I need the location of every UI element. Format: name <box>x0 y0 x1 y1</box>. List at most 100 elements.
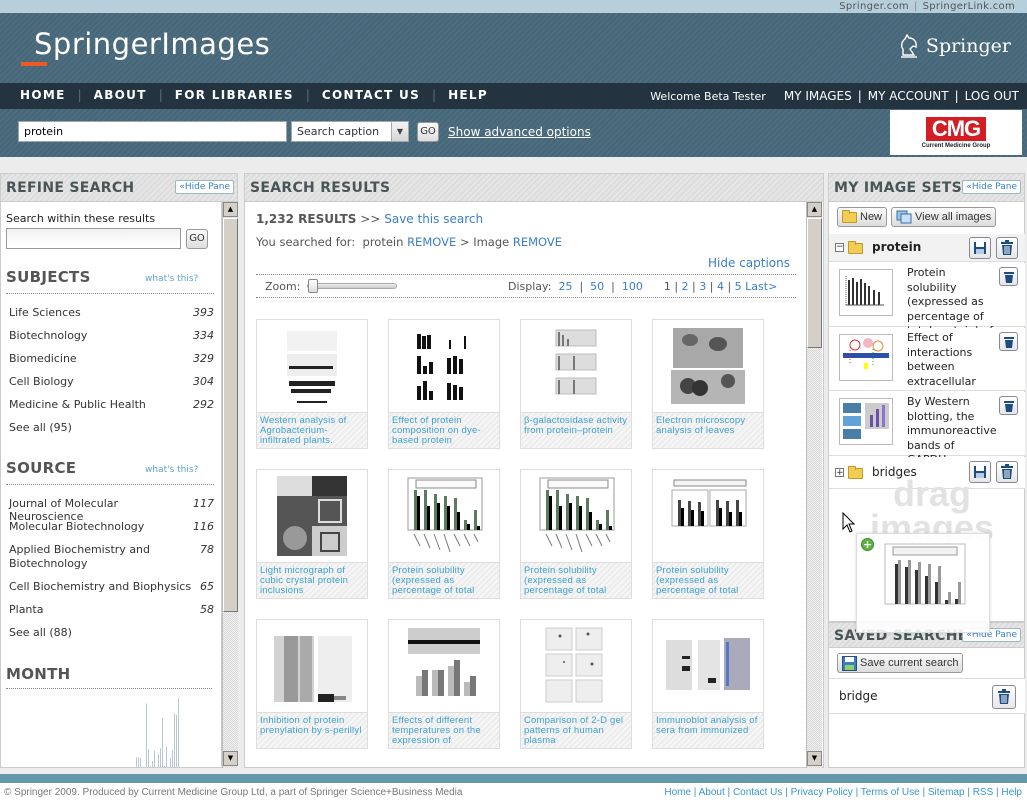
source-item[interactable]: Cell Biochemistry and Biophysics 65 <box>9 580 214 593</box>
remove-image-button[interactable] <box>999 267 1018 286</box>
month-bar[interactable] <box>174 713 175 768</box>
month-bar[interactable] <box>150 766 151 768</box>
footer-link-about[interactable]: About <box>699 787 725 798</box>
delete-set-button[interactable] <box>996 237 1018 259</box>
result-caption[interactable]: Inhibition of protein prenylation by s-p… <box>257 712 367 748</box>
search-within-input[interactable] <box>6 228 181 249</box>
result-thumbnail[interactable]: Western analysis of Agrobacterium-infilt… <box>256 319 368 449</box>
delete-saved-search-button[interactable] <box>992 685 1016 709</box>
source-item[interactable]: Applied Biochemistry and Biotechnology 78 <box>9 543 214 571</box>
result-thumbnail[interactable]: Comparison of 2-D gel patterns of human … <box>520 619 632 749</box>
display-25[interactable]: 25 <box>558 280 572 293</box>
subject-item[interactable]: Biotechnology 334 <box>9 329 214 342</box>
search-go-button[interactable]: GO <box>417 122 439 142</box>
chevron-down-icon[interactable]: ▼ <box>391 122 408 141</box>
footer-link-contact-us[interactable]: Contact Us <box>733 787 782 798</box>
save-this-search-link[interactable]: Save this search <box>384 212 483 226</box>
refine-scrollbar[interactable]: ▲ ▼ <box>222 202 238 768</box>
search-within-go-button[interactable]: GO <box>186 229 208 249</box>
month-bar[interactable] <box>142 767 143 768</box>
month-bar[interactable] <box>148 749 149 768</box>
month-bar[interactable] <box>172 750 173 768</box>
result-caption[interactable]: Protein solubility (expressed as percent… <box>521 562 631 598</box>
display-100[interactable]: 100 <box>622 280 643 293</box>
set-image-item[interactable]: Effect of interactions between extracell… <box>829 328 1025 391</box>
set-image-thumbnail[interactable] <box>839 269 893 316</box>
save-set-button[interactable] <box>969 237 991 259</box>
result-thumbnail[interactable]: Effect of protein composition on dye-bas… <box>388 319 500 449</box>
month-bar[interactable] <box>144 767 145 768</box>
result-caption[interactable]: Western analysis of Agrobacterium-infilt… <box>257 412 367 448</box>
my-images-link[interactable]: MY IMAGES <box>784 89 852 103</box>
result-image[interactable] <box>257 620 367 712</box>
subject-item[interactable]: Medicine & Public Health 292 <box>9 398 214 411</box>
result-thumbnail[interactable]: Light micrograph of cubic crystal protei… <box>256 469 368 599</box>
set-image-item[interactable]: By Western blotting, the immunoreactive … <box>829 392 1025 466</box>
subject-item[interactable]: Life Sciences 393 <box>9 306 214 319</box>
result-thumbnail[interactable]: Electron microscopy analysis of leaves <box>652 319 764 449</box>
expand-icon[interactable]: + <box>835 468 844 478</box>
result-caption[interactable]: Electron microscopy analysis of leaves <box>653 412 763 448</box>
search-scope-select[interactable]: Search caption ▼ <box>291 121 409 142</box>
result-thumbnail[interactable]: β-galactosidase activity from protein–pr… <box>520 319 632 449</box>
cmg-logo[interactable]: CMG Current Medicine Group <box>890 110 1022 155</box>
footer-link-sitemap[interactable]: Sitemap <box>928 787 965 798</box>
source-item[interactable]: Molecular Biotechnology 116 <box>9 520 214 533</box>
my-account-link[interactable]: MY ACCOUNT <box>868 89 949 103</box>
delete-set-button[interactable] <box>996 461 1018 483</box>
month-bar[interactable] <box>166 746 167 768</box>
result-caption[interactable]: Effects of different temperatures on the… <box>389 712 499 748</box>
result-image[interactable] <box>521 470 631 562</box>
result-thumbnail[interactable]: Immunoblot analysis of sera from immuniz… <box>652 619 764 749</box>
month-bar[interactable] <box>152 761 153 768</box>
month-bar[interactable] <box>160 748 161 768</box>
result-image[interactable] <box>653 620 763 712</box>
scroll-down-button[interactable]: ▼ <box>807 751 822 766</box>
month-bar[interactable] <box>164 765 165 768</box>
nav-for-libraries[interactable]: FOR LIBRARIES <box>175 88 294 102</box>
last-page-link[interactable]: Last> <box>745 280 777 293</box>
scroll-up-button[interactable]: ▲ <box>223 202 238 217</box>
nav-contact-us[interactable]: CONTACT US <box>322 88 420 102</box>
nav-home[interactable]: HOME <box>20 88 66 102</box>
month-bar[interactable] <box>162 717 163 768</box>
springer-com-link[interactable]: Springer.com <box>839 1 909 12</box>
page-2[interactable]: 2 <box>682 280 689 293</box>
result-thumbnail[interactable]: Effects of different temperatures on the… <box>388 619 500 749</box>
result-image[interactable] <box>389 320 499 412</box>
footer-link-privacy-policy[interactable]: Privacy Policy <box>791 787 853 798</box>
result-image[interactable] <box>653 470 763 562</box>
saved-search-name[interactable]: bridge <box>839 689 878 703</box>
result-caption[interactable]: Light micrograph of cubic crystal protei… <box>257 562 367 598</box>
result-image[interactable] <box>389 620 499 712</box>
result-caption[interactable]: Protein solubility (expressed as percent… <box>653 562 763 598</box>
footer-link-rss[interactable]: RSS <box>973 787 994 798</box>
nav-help[interactable]: HELP <box>448 88 488 102</box>
results-scrollbar[interactable]: ▲ ▼ <box>806 202 822 768</box>
hide-refine-pane-button[interactable]: «Hide Pane <box>175 180 234 194</box>
subjects-whats-this-link[interactable]: what's this? <box>145 274 198 284</box>
save-current-search-button[interactable]: Save current search <box>837 653 964 673</box>
search-input[interactable] <box>18 121 287 142</box>
remove-image-button[interactable] <box>999 396 1018 415</box>
remove-image-button[interactable] <box>999 332 1018 351</box>
result-caption[interactable]: Protein solubility (expressed as percent… <box>389 562 499 598</box>
zoom-slider[interactable] <box>307 279 397 293</box>
result-caption[interactable]: Effect of protein composition on dye-bas… <box>389 412 499 448</box>
footer-link-terms-of-use[interactable]: Terms of Use <box>861 787 920 798</box>
scroll-thumb[interactable] <box>223 218 238 612</box>
result-thumbnail[interactable]: Protein solubility (expressed as percent… <box>388 469 500 599</box>
new-set-button[interactable]: New <box>837 207 888 227</box>
result-caption[interactable]: Immunoblot analysis of sera from immuniz… <box>653 712 763 748</box>
sources-see-all-link[interactable]: See all (88) <box>9 626 214 639</box>
display-50[interactable]: 50 <box>590 280 604 293</box>
result-image[interactable] <box>389 470 499 562</box>
month-bar[interactable] <box>158 754 159 768</box>
source-whats-this-link[interactable]: what's this? <box>145 465 198 475</box>
image-set-protein[interactable]: − protein <box>829 234 1025 262</box>
result-image[interactable] <box>521 320 631 412</box>
subject-item[interactable]: Biomedicine 329 <box>9 352 214 365</box>
result-image[interactable] <box>653 320 763 412</box>
remove-term-link[interactable]: REMOVE <box>407 235 456 249</box>
month-histogram[interactable] <box>131 692 181 768</box>
